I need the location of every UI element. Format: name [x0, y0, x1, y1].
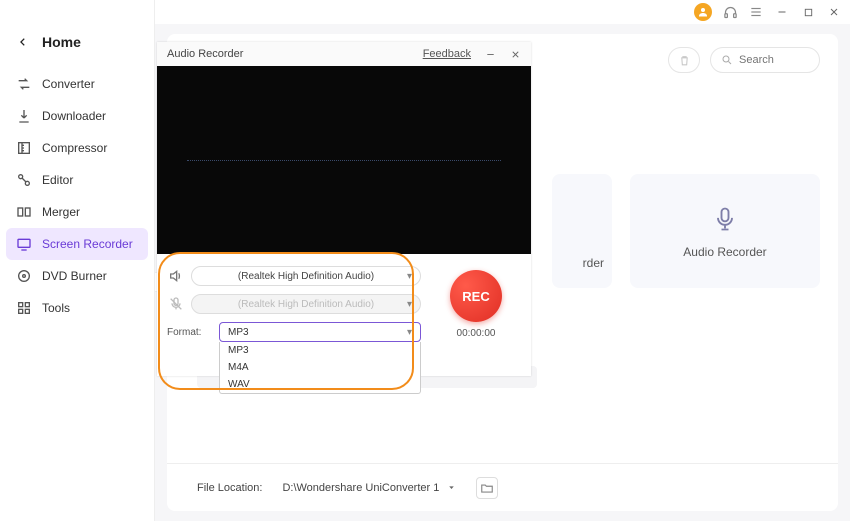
- chevron-down-icon: ▾: [407, 271, 412, 282]
- microphone-device-value: (Realtek High Definition Audio): [238, 299, 374, 310]
- feedback-link[interactable]: Feedback: [423, 48, 471, 60]
- file-location-path: D:\Wondershare UniConverter 1: [282, 482, 439, 494]
- sidebar-item-compressor[interactable]: Compressor: [6, 132, 148, 164]
- feature-card-label: rder: [583, 256, 604, 270]
- format-row: Format: MP3 ▾ MP3 M4A WAV: [167, 322, 421, 342]
- format-option-m4a[interactable]: M4A: [220, 359, 420, 376]
- chevron-down-icon: ▾: [407, 327, 412, 338]
- sidebar-item-label: DVD Burner: [42, 269, 107, 283]
- folder-icon: [480, 481, 494, 495]
- modal-title-text: Audio Recorder: [167, 48, 243, 60]
- speaker-device-select[interactable]: (Realtek High Definition Audio) ▾: [191, 266, 421, 286]
- audio-recorder-modal: Audio Recorder Feedback (Realtek High De…: [157, 42, 531, 376]
- chevron-down-icon: ▾: [407, 299, 412, 310]
- microphone-row: (Realtek High Definition Audio) ▾: [167, 294, 421, 314]
- window-close-button[interactable]: [826, 4, 842, 20]
- headphones-icon[interactable]: [722, 4, 738, 20]
- dvd-icon: [16, 268, 32, 284]
- user-avatar[interactable]: [694, 3, 712, 21]
- format-select[interactable]: MP3 ▾: [219, 322, 421, 342]
- window-minimize-button[interactable]: [774, 4, 790, 20]
- feature-card-audio-recorder[interactable]: Audio Recorder: [630, 174, 820, 288]
- format-value: MP3: [228, 327, 249, 338]
- waveform-preview: [157, 66, 531, 254]
- modal-close-button[interactable]: [510, 49, 521, 60]
- menu-icon[interactable]: [748, 4, 764, 20]
- speaker-icon[interactable]: [167, 267, 185, 285]
- trash-icon: [678, 54, 691, 67]
- record-timer: 00:00:00: [457, 328, 496, 339]
- sidebar-item-label: Compressor: [42, 141, 107, 155]
- modal-titlebar: Audio Recorder Feedback: [157, 42, 531, 66]
- editor-icon: [16, 172, 32, 188]
- open-folder-button[interactable]: [476, 477, 498, 499]
- chevron-down-icon: [447, 483, 456, 492]
- sidebar-home-label: Home: [42, 34, 81, 50]
- recorder-panel: (Realtek High Definition Audio) ▾ (Realt…: [157, 254, 531, 376]
- sidebar-item-downloader[interactable]: Downloader: [6, 100, 148, 132]
- format-dropdown-menu: MP3 M4A WAV: [219, 342, 421, 394]
- compressor-icon: [16, 140, 32, 156]
- file-location-select[interactable]: D:\Wondershare UniConverter 1: [282, 482, 456, 494]
- merger-icon: [16, 204, 32, 220]
- sidebar-item-label: Tools: [42, 301, 70, 315]
- speaker-row: (Realtek High Definition Audio) ▾: [167, 266, 421, 286]
- search-field[interactable]: [710, 47, 820, 73]
- sidebar-home[interactable]: Home: [0, 28, 154, 64]
- converter-icon: [16, 76, 32, 92]
- sidebar-item-label: Screen Recorder: [42, 237, 133, 251]
- delete-button[interactable]: [668, 47, 700, 73]
- tools-icon: [16, 300, 32, 316]
- sidebar-item-dvd-burner[interactable]: DVD Burner: [6, 260, 148, 292]
- back-icon: [18, 37, 28, 47]
- microphone-icon: [709, 203, 741, 235]
- format-option-wav[interactable]: WAV: [220, 376, 420, 393]
- user-icon: [697, 6, 709, 18]
- sidebar-item-label: Downloader: [42, 109, 106, 123]
- download-icon: [16, 108, 32, 124]
- file-location-label: File Location:: [197, 482, 262, 494]
- sidebar-item-converter[interactable]: Converter: [6, 68, 148, 100]
- sidebar-item-label: Merger: [42, 205, 80, 219]
- search-icon: [721, 54, 733, 66]
- microphone-device-select[interactable]: (Realtek High Definition Audio) ▾: [191, 294, 421, 314]
- record-button-label: REC: [462, 289, 489, 304]
- waveform-line: [187, 160, 501, 161]
- feature-card-partial[interactable]: rder: [552, 174, 612, 288]
- footer: File Location: D:\Wondershare UniConvert…: [167, 463, 838, 511]
- feature-card-label: Audio Recorder: [683, 245, 766, 259]
- record-button[interactable]: REC: [450, 270, 502, 322]
- search-input[interactable]: [739, 54, 809, 66]
- sidebar-item-tools[interactable]: Tools: [6, 292, 148, 324]
- microphone-muted-icon[interactable]: [167, 295, 185, 313]
- sidebar-item-editor[interactable]: Editor: [6, 164, 148, 196]
- sidebar-item-label: Converter: [42, 77, 95, 91]
- speaker-device-value: (Realtek High Definition Audio): [238, 271, 374, 282]
- format-option-mp3[interactable]: MP3: [220, 342, 420, 359]
- window-maximize-button[interactable]: [800, 4, 816, 20]
- sidebar-item-label: Editor: [42, 173, 73, 187]
- sidebar: Home Converter Downloader Compressor Edi…: [0, 0, 155, 521]
- sidebar-item-merger[interactable]: Merger: [6, 196, 148, 228]
- screen-recorder-icon: [16, 236, 32, 252]
- format-label: Format:: [167, 327, 211, 338]
- sidebar-item-screen-recorder[interactable]: Screen Recorder: [6, 228, 148, 260]
- modal-minimize-button[interactable]: [485, 49, 496, 60]
